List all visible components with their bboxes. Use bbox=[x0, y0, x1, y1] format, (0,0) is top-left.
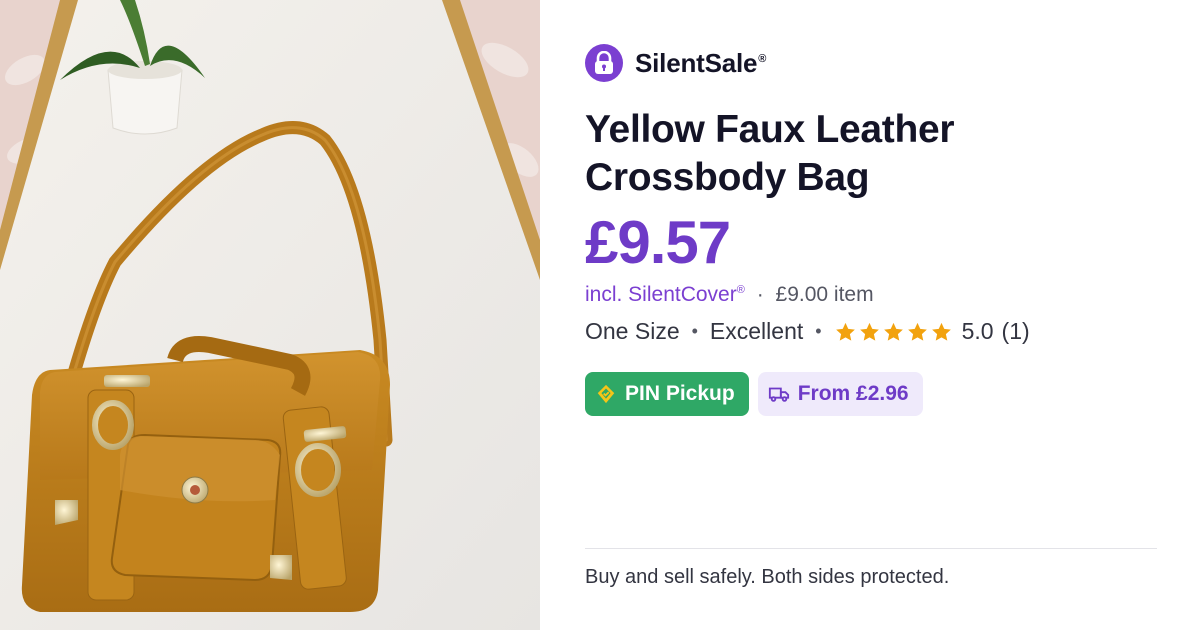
product-title: Yellow Faux Leather Crossbody Bag bbox=[585, 108, 955, 199]
pin-pickup-label: PIN Pickup bbox=[625, 382, 735, 405]
padlock-icon bbox=[585, 44, 623, 82]
silentcover-link[interactable]: incl. SilentCover® bbox=[585, 283, 745, 306]
product-photo bbox=[0, 0, 540, 630]
item-price: £9.00 item bbox=[775, 283, 874, 306]
silentcover-registered-mark: ® bbox=[736, 284, 745, 296]
footer-tagline: Buy and sell safely. Both sides protecte… bbox=[585, 566, 950, 588]
shipping-label: From £2.96 bbox=[797, 382, 909, 405]
delivery-truck-icon bbox=[768, 387, 789, 402]
separator-dot: • bbox=[815, 321, 822, 341]
star-icon bbox=[931, 322, 951, 341]
divider bbox=[585, 548, 1157, 549]
delivery-options: PIN Pickup From £2.96 bbox=[585, 372, 923, 416]
star-icon bbox=[859, 322, 879, 341]
star-icon bbox=[907, 322, 927, 341]
brand-name: SilentSale® bbox=[635, 48, 766, 79]
rating-count: (1) bbox=[1001, 318, 1030, 344]
product-info-panel: SilentSale® Yellow Faux Leather Crossbod… bbox=[585, 0, 1160, 630]
price-breakdown: incl. SilentCover® · £9.00 item bbox=[585, 283, 874, 307]
silentcover-label: incl. SilentCover bbox=[585, 283, 737, 306]
product-price: £9.57 bbox=[585, 209, 731, 276]
star-icon bbox=[835, 322, 855, 341]
shipping-chip[interactable]: From £2.96 bbox=[757, 372, 923, 416]
star-rating[interactable] bbox=[834, 321, 954, 343]
brand-name-text: SilentSale bbox=[635, 47, 758, 78]
pin-pickup-chip[interactable]: PIN Pickup bbox=[585, 372, 749, 416]
separator-dot: • bbox=[691, 321, 698, 341]
brand-logo[interactable]: SilentSale® bbox=[585, 44, 766, 82]
pin-pickup-icon bbox=[597, 384, 615, 404]
product-meta: One Size • Excellent • 5.0 (1) bbox=[585, 318, 1030, 345]
product-condition: Excellent bbox=[709, 318, 804, 344]
rating-value: 5.0 bbox=[961, 318, 994, 344]
star-icon bbox=[883, 322, 903, 341]
brand-registered-mark: ® bbox=[758, 52, 767, 65]
product-photo-illustration bbox=[0, 0, 540, 630]
separator: · bbox=[756, 283, 764, 306]
product-size: One Size bbox=[585, 318, 680, 344]
